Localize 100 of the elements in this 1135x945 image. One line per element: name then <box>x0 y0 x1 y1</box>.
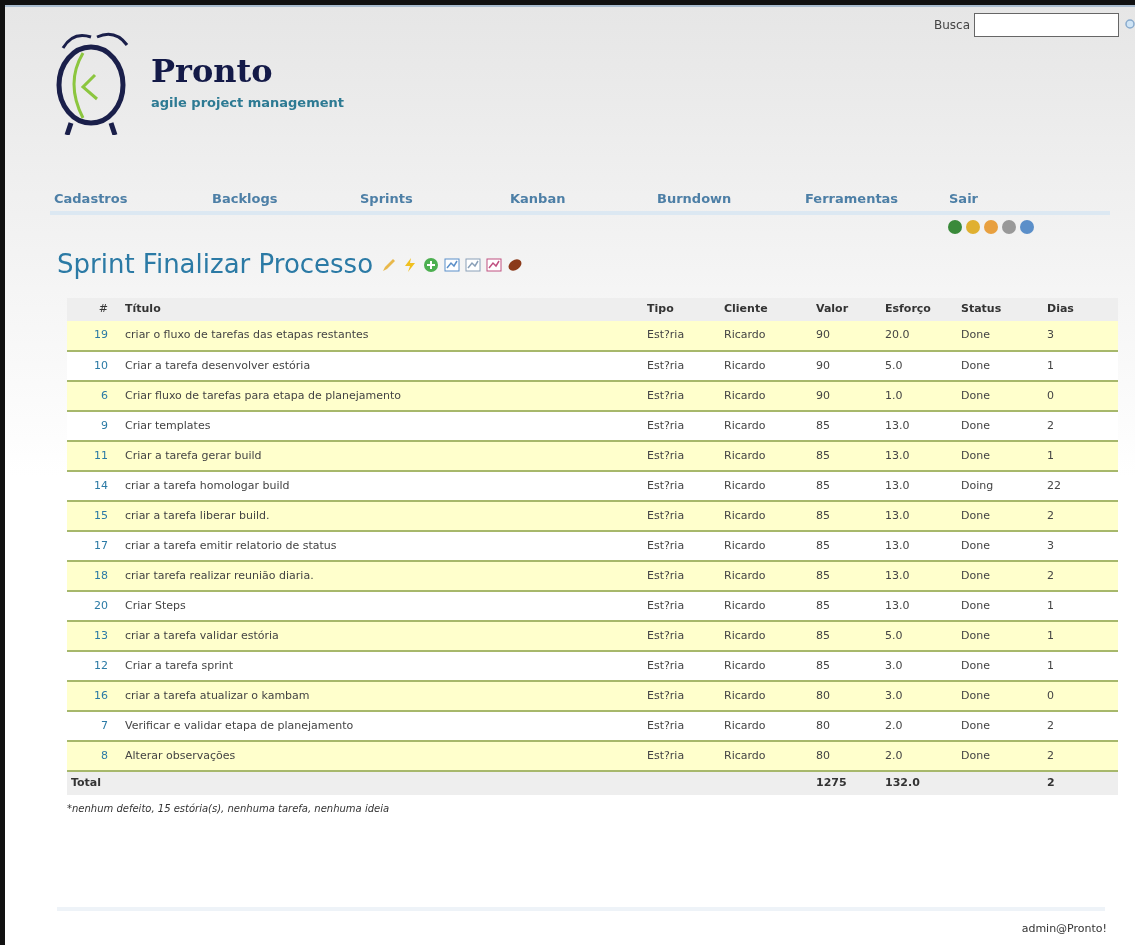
table-cell: 13.0 <box>881 441 957 471</box>
table-cell: Ricardo <box>720 441 812 471</box>
table-cell: Ricardo <box>720 741 812 771</box>
nav-link[interactable]: Cadastros <box>50 189 128 209</box>
pencil-icon[interactable] <box>381 256 398 273</box>
row-number-link[interactable]: 10 <box>67 351 121 381</box>
table-cell: Ricardo <box>720 681 812 711</box>
table-cell: 3 <box>1043 531 1118 561</box>
table-cell: 1 <box>1043 651 1118 681</box>
logo-name: Pronto <box>151 53 274 89</box>
nav-link[interactable]: Burndown <box>653 189 732 209</box>
table-cell: Est?ria <box>643 681 720 711</box>
football-icon[interactable] <box>507 256 524 273</box>
row-number-link[interactable]: 12 <box>67 651 121 681</box>
table-cell: Verificar e validar etapa de planejamento <box>121 711 643 741</box>
row-number-link[interactable]: 14 <box>67 471 121 501</box>
table-cell: Done <box>957 651 1043 681</box>
table-cell: Done <box>957 681 1043 711</box>
table-cell: 2.0 <box>881 711 957 741</box>
table-cell: Est?ria <box>643 591 720 621</box>
table-cell: Alterar observações <box>121 741 643 771</box>
row-number-link[interactable]: 20 <box>67 591 121 621</box>
table-cell: 13.0 <box>881 591 957 621</box>
table-cell: 85 <box>812 621 881 651</box>
table-cell: Ricardo <box>720 651 812 681</box>
table-cell: Ricardo <box>720 381 812 411</box>
table-cell: Done <box>957 441 1043 471</box>
table-cell: 85 <box>812 411 881 441</box>
table-cell: Est?ria <box>643 471 720 501</box>
total-cell: 2 <box>1047 776 1055 790</box>
row-number-link[interactable]: 16 <box>67 681 121 711</box>
table-cell: Ricardo <box>720 471 812 501</box>
nav-link[interactable]: Kanban <box>506 189 566 209</box>
table-cell: Est?ria <box>643 651 720 681</box>
table-cell: 20.0 <box>881 321 957 351</box>
table-cell: 2 <box>1043 711 1118 741</box>
table-cell: Ricardo <box>720 531 812 561</box>
chart-icon[interactable] <box>486 256 503 273</box>
table-cell: criar tarefa realizar reunião diaria. <box>121 561 643 591</box>
row-number-link[interactable]: 8 <box>67 741 121 771</box>
table-cell: 90 <box>812 351 881 381</box>
search-icon[interactable] <box>1123 18 1135 32</box>
table-cell: Ricardo <box>720 591 812 621</box>
table-cell: criar a tarefa homologar build <box>121 471 643 501</box>
column-header: # <box>98 302 108 316</box>
table-cell: Ricardo <box>720 411 812 441</box>
table-cell: 2 <box>1043 501 1118 531</box>
table-cell: 85 <box>812 471 881 501</box>
nav-link[interactable]: Sair <box>945 189 978 209</box>
table-cell: Done <box>957 531 1043 561</box>
table-cell: 85 <box>812 591 881 621</box>
plus-icon[interactable] <box>423 256 440 273</box>
column-header: Valor <box>816 302 849 316</box>
table-cell: Ricardo <box>720 711 812 741</box>
table-cell: Est?ria <box>643 621 720 651</box>
row-number-link[interactable]: 19 <box>67 321 121 351</box>
column-header: Status <box>961 302 1002 316</box>
table-cell: 22 <box>1043 471 1118 501</box>
nav-link[interactable]: Sprints <box>356 189 413 209</box>
table-cell: Criar a tarefa gerar build <box>121 441 643 471</box>
search-field[interactable] <box>974 13 1119 37</box>
table-cell: Est?ria <box>643 441 720 471</box>
table-cell: criar a tarefa validar estória <box>121 621 643 651</box>
table-cell: Est?ria <box>643 531 720 561</box>
page-title: Sprint Finalizar Processo <box>57 248 374 281</box>
table-cell: 85 <box>812 531 881 561</box>
table-cell: Done <box>957 561 1043 591</box>
table-cell: Ricardo <box>720 561 812 591</box>
search-label: Busca <box>933 17 970 34</box>
table-cell: Ricardo <box>720 351 812 381</box>
table-cell: 13.0 <box>881 411 957 441</box>
table-cell: 0 <box>1043 681 1118 711</box>
row-number-link[interactable]: 17 <box>67 531 121 561</box>
row-number-link[interactable]: 18 <box>67 561 121 591</box>
row-number-link[interactable]: 11 <box>67 441 121 471</box>
table-cell: Criar templates <box>121 411 643 441</box>
table-cell: 85 <box>812 441 881 471</box>
table-cell: Done <box>957 501 1043 531</box>
table-cell: 80 <box>812 741 881 771</box>
row-number-link[interactable]: 6 <box>67 381 121 411</box>
nav-link[interactable]: Backlogs <box>208 189 278 209</box>
table-cell: Criar Steps <box>121 591 643 621</box>
table-cell: Est?ria <box>643 501 720 531</box>
row-number-link[interactable]: 13 <box>67 621 121 651</box>
table-cell: 85 <box>812 561 881 591</box>
table-cell: 1.0 <box>881 381 957 411</box>
table-cell: 90 <box>812 321 881 351</box>
table-cell: criar a tarefa atualizar o kambam <box>121 681 643 711</box>
table-cell: 13.0 <box>881 501 957 531</box>
row-number-link[interactable]: 7 <box>67 711 121 741</box>
table-cell: 3 <box>1043 321 1118 351</box>
table-cell: 80 <box>812 711 881 741</box>
nav-link[interactable]: Ferramentas <box>801 189 899 209</box>
total-cell: 1275 <box>816 776 847 790</box>
column-header: Esforço <box>885 302 931 316</box>
row-number-link[interactable]: 15 <box>67 501 121 531</box>
row-number-link[interactable]: 9 <box>67 411 121 441</box>
total-cell: Total <box>71 776 102 790</box>
table-cell: Criar a tarefa sprint <box>121 651 643 681</box>
table-cell: 85 <box>812 651 881 681</box>
